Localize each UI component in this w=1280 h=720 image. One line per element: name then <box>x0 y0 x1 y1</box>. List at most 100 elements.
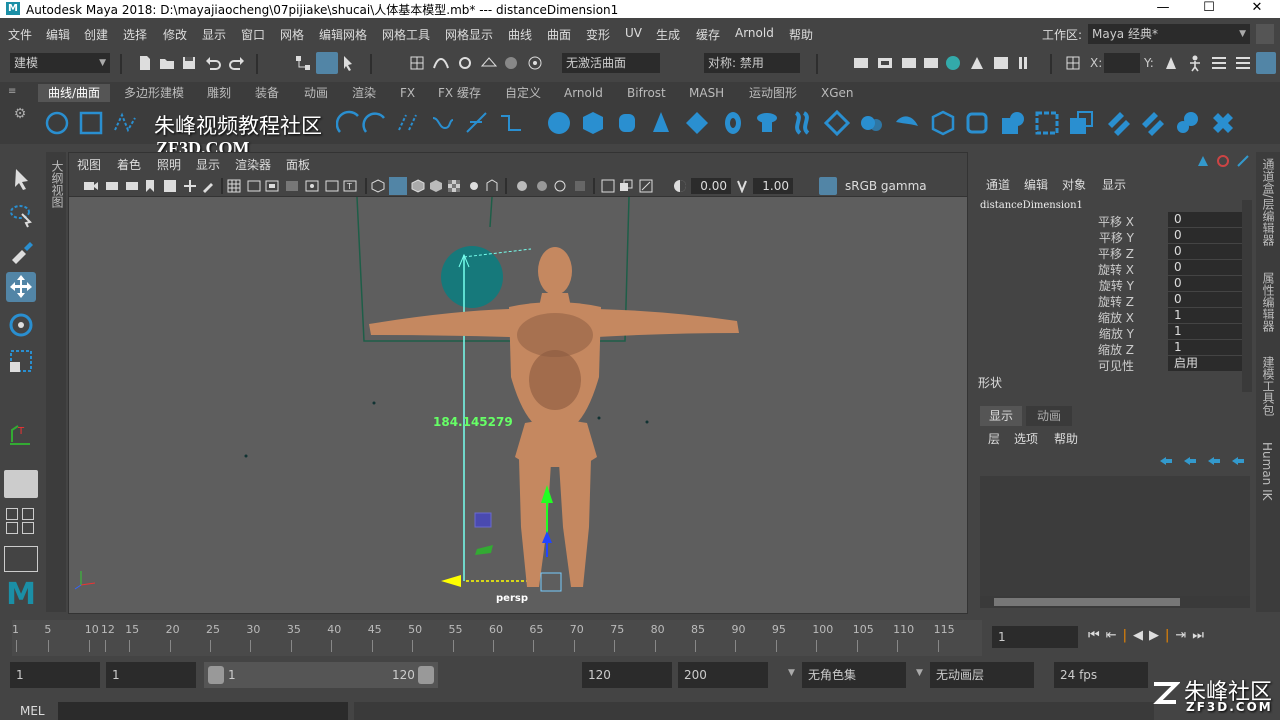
three-point-arc-icon[interactable] <box>362 110 388 136</box>
paint-select-tool-icon[interactable] <box>6 236 36 266</box>
anim-layer-dropdown[interactable]: 无动画层 <box>930 662 1034 688</box>
menu-windows[interactable]: 窗口 <box>241 26 265 43</box>
smooth-shade-all-button[interactable] <box>389 177 407 195</box>
shelf-menu-icon[interactable]: ≡ <box>8 86 30 100</box>
snap-to-point-icon[interactable] <box>456 54 474 72</box>
snap-to-surface-icon[interactable] <box>502 54 520 72</box>
snap-to-view-plane-icon[interactable] <box>480 54 498 72</box>
snap-to-vertex-icon[interactable] <box>526 54 544 72</box>
attribute-value[interactable]: 启用 <box>1168 356 1242 371</box>
grid-icon[interactable] <box>227 179 241 193</box>
render-frame-icon[interactable] <box>876 54 894 72</box>
safe-title-icon[interactable]: T <box>343 179 357 193</box>
surface-editing-icon[interactable] <box>1210 110 1236 136</box>
attribute-editor-icon[interactable] <box>1210 54 1228 72</box>
shelf-tab-poly-modeling[interactable]: 多边形建模 <box>124 84 184 102</box>
minimize-button[interactable]: — <box>1140 0 1186 18</box>
shelf-tab-arnold[interactable]: Arnold <box>564 84 603 102</box>
extend-curve-icon[interactable] <box>498 110 524 136</box>
scale-tool-icon[interactable] <box>6 346 36 376</box>
wireframe-on-shaded-icon[interactable] <box>411 179 425 193</box>
boundary-icon[interactable] <box>964 110 990 136</box>
tab-attribute-editor[interactable]: 属性编辑器 <box>1260 272 1277 332</box>
character-set-dropdown[interactable]: 无角色集 <box>802 662 906 688</box>
channel-menu-channels[interactable]: 通道 <box>986 176 1010 193</box>
arc-tool-icon[interactable] <box>336 110 362 136</box>
isolate-select-icon[interactable] <box>573 179 587 193</box>
attribute-row[interactable]: 平移 X0 <box>976 212 1242 229</box>
lasso-tool-icon[interactable] <box>6 200 36 230</box>
x-coordinate-input[interactable] <box>1104 53 1140 73</box>
shelf-tab-rendering[interactable]: 渲染 <box>352 84 376 102</box>
exposure-input[interactable]: 0.00 <box>691 178 731 194</box>
bookmarks-icon[interactable] <box>125 179 139 193</box>
menu-set-dropdown[interactable]: 建模 ▼ <box>10 53 110 73</box>
attribute-row[interactable]: 旋转 Z0 <box>976 292 1242 309</box>
layer-menu-help[interactable]: 帮助 <box>1054 430 1078 447</box>
shadows-icon[interactable] <box>467 179 481 193</box>
screen-space-ao-icon[interactable] <box>485 179 499 193</box>
absolute-transform-icon[interactable] <box>1064 54 1082 72</box>
snap-to-curve-icon[interactable] <box>432 54 450 72</box>
nurbs-circle-icon[interactable] <box>44 110 70 136</box>
playback-start-field[interactable]: 1 <box>106 662 196 688</box>
xray-joints-icon[interactable] <box>639 179 653 193</box>
nurbs-cone-icon[interactable] <box>648 110 674 136</box>
attribute-row[interactable]: 缩放 Y1 <box>976 324 1242 341</box>
move-layer-down-icon[interactable] <box>1182 454 1198 468</box>
shelf-tab-bifrost[interactable]: Bifrost <box>627 84 666 102</box>
xray-icon[interactable] <box>601 179 615 193</box>
channel-box-pin-icon[interactable] <box>1236 154 1250 168</box>
channel-menu-object[interactable]: 对象 <box>1062 176 1086 193</box>
shelf-tab-custom[interactable]: 自定义 <box>505 84 541 102</box>
planar-icon[interactable] <box>824 110 850 136</box>
attribute-value[interactable]: 0 <box>1168 276 1242 291</box>
nurbs-square-icon[interactable] <box>78 110 104 136</box>
nurbs-torus-icon[interactable] <box>720 110 746 136</box>
animation-end-field[interactable]: 200 <box>678 662 768 688</box>
menu-modify[interactable]: 修改 <box>163 26 187 43</box>
revolve-icon[interactable] <box>754 110 780 136</box>
rotate-tool-icon[interactable] <box>6 310 36 340</box>
camera-attributes-icon[interactable] <box>105 179 119 193</box>
shelf-tab-mash[interactable]: MASH <box>689 84 724 102</box>
tool-settings-icon[interactable] <box>1234 54 1252 72</box>
snap-to-grid-icon[interactable] <box>408 54 426 72</box>
field-chart-icon[interactable] <box>305 179 319 193</box>
menu-mesh-display[interactable]: 网格显示 <box>445 26 493 43</box>
menu-generate[interactable]: 生成 <box>656 26 680 43</box>
last-tool-icon[interactable]: T <box>6 420 36 450</box>
select-object-mode-button[interactable] <box>316 52 338 74</box>
open-scene-icon[interactable] <box>158 54 176 72</box>
menu-edit-mesh[interactable]: 编辑网格 <box>319 26 367 43</box>
menu-deform[interactable]: 变形 <box>586 26 610 43</box>
range-end-handle[interactable] <box>418 666 434 684</box>
channel-box-layout-icon[interactable] <box>1196 154 1210 168</box>
command-language-label[interactable]: MEL <box>20 704 45 718</box>
menu-file[interactable]: 文件 <box>8 26 32 43</box>
trim-tool-icon[interactable] <box>1068 110 1094 136</box>
modeling-toolkit-icon[interactable] <box>1162 54 1180 72</box>
four-view-layout-button[interactable] <box>4 506 38 536</box>
shelf-tab-sculpting[interactable]: 雕刻 <box>207 84 231 102</box>
play-forwards-icon[interactable]: ▶ <box>1149 628 1165 643</box>
menu-select[interactable]: 选择 <box>123 26 147 43</box>
use-all-lights-icon[interactable] <box>447 179 461 193</box>
new-layer-selected-icon[interactable] <box>1230 454 1246 468</box>
menu-mesh[interactable]: 网格 <box>280 26 304 43</box>
layer-menu-options[interactable]: 选项 <box>1014 430 1038 447</box>
bookmark-icon[interactable] <box>145 179 155 193</box>
maximize-button[interactable]: ☐ <box>1186 0 1232 18</box>
viewport-menu-show[interactable]: 显示 <box>196 156 220 173</box>
timeline-track[interactable]: 1 5 10 15 20 25 30 35 40 45 50 55 60 65 70 75 80 85 90 95 10… <box>12 620 982 656</box>
motion-blur-icon[interactable] <box>515 179 529 193</box>
attribute-row[interactable]: 平移 Y0 <box>976 228 1242 245</box>
birail-icon[interactable] <box>894 110 920 136</box>
menu-help[interactable]: 帮助 <box>789 26 813 43</box>
arnold-render-icon[interactable] <box>968 54 986 72</box>
sculpt-geometry-icon[interactable] <box>1174 110 1200 136</box>
two-d-pan-zoom-icon[interactable] <box>183 179 197 193</box>
attach-curves-icon[interactable] <box>396 110 422 136</box>
ipr-render-icon[interactable] <box>900 54 918 72</box>
step-back-frame-icon[interactable]: ⇤ <box>1106 628 1123 643</box>
